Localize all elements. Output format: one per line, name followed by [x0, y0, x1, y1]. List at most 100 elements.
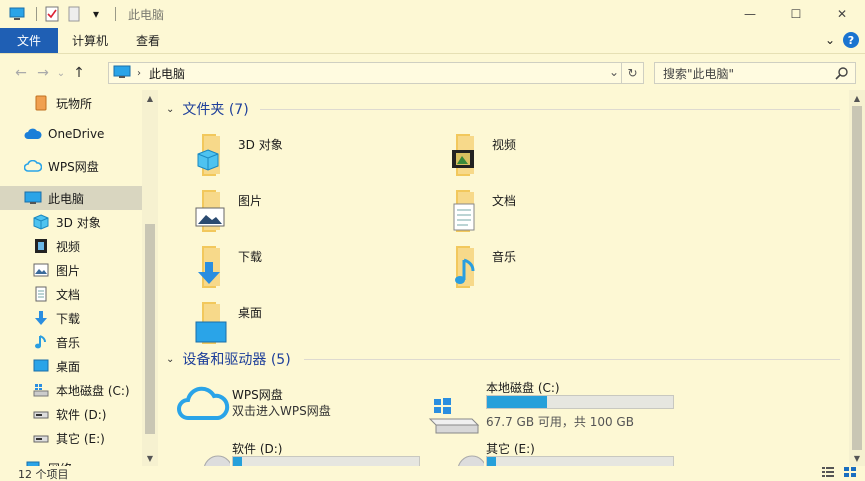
- breadcrumb-separator[interactable]: ›: [137, 68, 141, 79]
- sidebar-item-documents[interactable]: 文档: [0, 282, 142, 306]
- image-icon: [32, 261, 50, 279]
- folder-documents[interactable]: 文档: [420, 182, 670, 234]
- address-dropdown-icon[interactable]: ⌄: [609, 65, 619, 79]
- drive-e[interactable]: 其它 (E:): [414, 440, 674, 466]
- properties-icon[interactable]: [43, 5, 61, 23]
- group-header-folders[interactable]: ⌄ 文件夹 (7): [166, 98, 249, 120]
- folder-name: 图片: [238, 194, 263, 208]
- window-title: 此电脑: [128, 7, 165, 22]
- refresh-button[interactable]: ↻: [621, 63, 643, 83]
- sidebar-item-network[interactable]: 网络: [0, 456, 142, 466]
- sidebar-item-drive-d[interactable]: 软件 (D:): [0, 402, 142, 426]
- drive-usage-fill: [233, 457, 243, 466]
- forward-button[interactable]: →: [32, 62, 54, 84]
- sidebar-item-label: 本地磁盘 (C:): [56, 383, 130, 398]
- computer-icon: [24, 189, 42, 207]
- wps-cloud-icon: [24, 157, 42, 175]
- scroll-down-arrow-icon[interactable]: ▼: [142, 450, 158, 466]
- item-count: 12 个项目: [18, 467, 69, 481]
- desktop-icon: [32, 357, 50, 375]
- folder-downloads[interactable]: 下载: [166, 238, 416, 290]
- folder-name: 文档: [492, 194, 517, 208]
- folder-orange-icon: [32, 94, 50, 112]
- content-scrollbar[interactable]: ▲ ▼: [849, 90, 865, 466]
- customize-toolbar-dropdown[interactable]: ▾: [87, 5, 105, 23]
- sidebar-item-pictures[interactable]: 图片: [0, 258, 142, 282]
- view-switcher: [821, 466, 857, 481]
- title-bar: ▾ 此电脑 — ☐ ✕: [0, 0, 865, 28]
- music-note-icon: [455, 246, 475, 288]
- drive-c[interactable]: 本地磁盘 (C:) 67.7 GB 可用，共 100 GB: [414, 379, 674, 439]
- download-arrow-icon: [198, 246, 220, 288]
- maximize-button[interactable]: ☐: [773, 0, 819, 28]
- search-input[interactable]: 搜索"此电脑": [654, 62, 856, 84]
- tab-computer[interactable]: 计算机: [58, 28, 122, 53]
- image-icon: [195, 190, 225, 232]
- drive-usage-bar: [486, 456, 674, 466]
- computer-icon: [8, 5, 26, 23]
- sidebar-item-drive-e[interactable]: 其它 (E:): [0, 426, 142, 450]
- scroll-up-arrow-icon[interactable]: ▲: [142, 90, 158, 106]
- sidebar-item-label: 下载: [56, 311, 81, 326]
- back-button[interactable]: ←: [10, 62, 32, 84]
- sidebar-item-drive-c[interactable]: 本地磁盘 (C:): [0, 378, 142, 402]
- sidebar-scrollbar[interactable]: ▲ ▼: [142, 90, 158, 466]
- collapse-chevron-icon[interactable]: ⌄: [166, 354, 174, 365]
- address-bar[interactable]: › 此电脑 ⌄ ↻: [108, 62, 644, 84]
- expand-ribbon-chevron-icon[interactable]: ⌄: [825, 33, 835, 47]
- sidebar-item-this-pc[interactable]: 此电脑: [0, 186, 142, 210]
- collapse-chevron-icon[interactable]: ⌄: [166, 104, 174, 115]
- drive-subtitle: 双击进入WPS网盘: [232, 404, 331, 418]
- content-pane: ⌄ 文件夹 (7) 3D 对象 视频 图片 文档 下载 音乐 桌面 ⌄ 设备和驱…: [160, 90, 850, 466]
- sidebar-item-desktop[interactable]: 桌面: [0, 354, 142, 378]
- folder-music[interactable]: 音乐: [420, 238, 670, 290]
- folder-videos[interactable]: 视频: [420, 126, 670, 178]
- sidebar-item-videos[interactable]: 视频: [0, 234, 142, 258]
- group-header-drives[interactable]: ⌄ 设备和驱动器 (5): [166, 348, 291, 370]
- drive-usage-bar: [232, 456, 420, 466]
- drive-name: 软件 (D:): [232, 442, 283, 456]
- sidebar-item-onedrive[interactable]: OneDrive: [0, 122, 142, 146]
- scroll-up-arrow-icon[interactable]: ▲: [849, 90, 865, 106]
- folder-pictures[interactable]: 图片: [166, 182, 416, 234]
- download-arrow-icon: [32, 309, 50, 327]
- folder-desktop[interactable]: 桌面: [166, 294, 416, 346]
- search-icon[interactable]: [835, 66, 849, 83]
- sidebar-item-downloads[interactable]: 下载: [0, 306, 142, 330]
- sidebar-item-label: 视频: [56, 239, 81, 254]
- new-folder-icon[interactable]: [65, 5, 83, 23]
- folder-3d-objects[interactable]: 3D 对象: [166, 126, 416, 178]
- sidebar-item-wps-cloud[interactable]: WPS网盘: [0, 154, 142, 178]
- tab-view[interactable]: 查看: [122, 28, 174, 53]
- details-view-icon[interactable]: [821, 466, 835, 481]
- sidebar-item-3d-objects[interactable]: 3D 对象: [0, 210, 142, 234]
- document-icon: [32, 285, 50, 303]
- group-header-label: 文件夹 (7): [182, 102, 249, 118]
- sidebar-item-label: 图片: [56, 263, 81, 278]
- help-icon[interactable]: ?: [843, 32, 859, 48]
- tab-file[interactable]: 文件: [0, 28, 58, 53]
- tiles-view-icon[interactable]: [843, 466, 857, 481]
- minimize-button[interactable]: —: [727, 0, 773, 28]
- drive-d[interactable]: 软件 (D:): [160, 440, 420, 466]
- scroll-down-arrow-icon[interactable]: ▼: [849, 450, 865, 466]
- scrollbar-thumb[interactable]: [145, 224, 155, 434]
- drive-icon: [458, 455, 484, 466]
- breadcrumb-this-pc[interactable]: 此电脑: [149, 65, 185, 82]
- up-button[interactable]: ↑: [68, 62, 90, 84]
- sidebar-item-label: 玩物所: [56, 96, 93, 111]
- drive-wps-cloud[interactable]: WPS网盘 双击进入WPS网盘: [160, 386, 410, 446]
- recent-locations-dropdown[interactable]: ⌄: [54, 62, 68, 84]
- folder-name: 视频: [492, 138, 517, 152]
- sidebar-item-label: 软件 (D:): [56, 407, 107, 422]
- computer-icon: [113, 65, 131, 82]
- folder-name: 桌面: [238, 306, 263, 320]
- close-button[interactable]: ✕: [819, 0, 865, 28]
- folder-name: 下载: [238, 250, 263, 264]
- sidebar-item-wanwusuo[interactable]: 玩物所: [0, 91, 142, 115]
- scrollbar-thumb[interactable]: [852, 106, 862, 450]
- windows-drive-icon: [428, 398, 480, 434]
- document-icon: [453, 190, 475, 232]
- cube-icon: [32, 213, 50, 231]
- sidebar-item-music[interactable]: 音乐: [0, 330, 142, 354]
